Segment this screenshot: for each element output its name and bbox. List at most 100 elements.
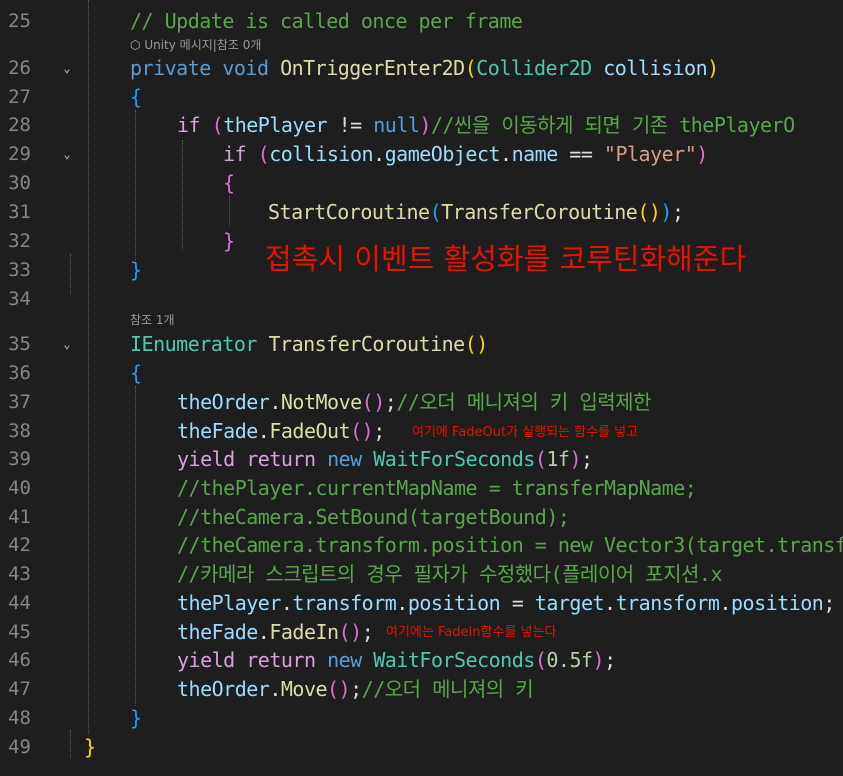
identifier: position [731, 591, 824, 615]
identifier: transform [615, 591, 720, 615]
comment: //오더 메니져의 키 입력제한 [396, 390, 651, 414]
line-number: 30 [8, 172, 31, 194]
method-name: NotMove [280, 390, 362, 414]
keyword: yield [177, 648, 235, 672]
keyword: void [222, 56, 269, 80]
code-line-34[interactable]: 34 [0, 285, 843, 313]
code-line-44[interactable]: 44 thePlayer.transform.position = target… [0, 589, 843, 617]
code-line-39[interactable]: 39 yield return new WaitForSeconds(1f); [0, 445, 843, 473]
type-name: WaitForSeconds [373, 447, 535, 471]
code-line-26[interactable]: 26 ⌄ private void OnTriggerEnter2D(Colli… [0, 54, 843, 82]
code-editor[interactable]: 25 // Update is called once per frame ⬡ … [0, 0, 843, 776]
type-name: Collider2D [476, 56, 592, 80]
number-literal: 0.5f [546, 648, 593, 672]
codelens-references[interactable]: 참조 1개 [130, 312, 175, 328]
code-line-30[interactable]: 30 { [0, 169, 843, 197]
code-line-41[interactable]: 41 //theCamera.SetBound(targetBound); [0, 503, 843, 531]
identifier: collision [269, 142, 374, 166]
keyword: yield [177, 447, 235, 471]
line-number: 38 [8, 420, 31, 442]
code-line-25[interactable]: 25 // Update is called once per frame [0, 7, 843, 35]
identifier: position [407, 591, 501, 615]
string-literal: "Player" [603, 142, 697, 166]
codelens-unity-references[interactable]: ⬡ Unity 메시지|참조 0개 [130, 37, 261, 53]
code-line-49[interactable]: 49 } [0, 733, 843, 761]
comment: //카메라 스크립트의 경우 필자가 수정했다(플레이어 포지션.x [177, 562, 723, 586]
line-number: 26 [8, 57, 31, 79]
number-literal: 1f [546, 447, 570, 471]
method-name: TransferCoroutine [441, 200, 638, 224]
code-line-48[interactable]: 48 } [0, 704, 843, 732]
line-number: 42 [8, 534, 31, 556]
line-number: 40 [8, 477, 31, 499]
line-number: 43 [8, 563, 31, 585]
code-line-42[interactable]: 42 //theCamera.transform.position = new … [0, 531, 843, 559]
method-name: FadeIn [269, 620, 339, 644]
keyword: private [130, 56, 211, 80]
method-name: StartCoroutine [268, 200, 430, 224]
identifier: name [511, 142, 559, 166]
line-number: 45 [8, 621, 31, 643]
code-line-33[interactable]: 33 } [0, 256, 843, 284]
code-line-47[interactable]: 47 theOrder.Move();//오더 메니져의 키 [0, 675, 843, 703]
comment: //theCamera.SetBound(targetBound); [177, 505, 570, 529]
line-number: 32 [8, 230, 31, 252]
keyword: if [223, 142, 247, 166]
identifier: gameObject [384, 142, 501, 166]
unity-icon: ⬡ [130, 38, 141, 52]
line-number: 48 [8, 707, 31, 729]
comment: // Update is called once per frame [130, 9, 523, 33]
code-line-27[interactable]: 27 { [0, 83, 843, 111]
chevron-down-icon[interactable]: ⌄ [60, 147, 74, 161]
code-line-46[interactable]: 46 yield return new WaitForSeconds(0.5f)… [0, 646, 843, 674]
method-name: FadeOut [269, 419, 351, 443]
chevron-down-icon[interactable]: ⌄ [60, 61, 74, 75]
identifier: transform [292, 591, 397, 615]
line-number: 25 [8, 10, 31, 32]
code-line-35[interactable]: 35 ⌄ IEnumerator TransferCoroutine() [0, 330, 843, 358]
line-number: 46 [8, 649, 31, 671]
line-number: 36 [8, 362, 31, 384]
keyword: new [327, 447, 362, 471]
code-line-37[interactable]: 37 theOrder.NotMove();//오더 메니져의 키 입력제한 [0, 388, 843, 416]
code-line-40[interactable]: 40 //thePlayer.currentMapName = transfer… [0, 474, 843, 502]
keyword: if [177, 113, 201, 137]
line-number: 44 [8, 592, 31, 614]
line-number: 33 [8, 259, 31, 281]
line-number: 35 [8, 333, 31, 355]
line-number: 34 [8, 288, 31, 310]
line-number: 47 [8, 678, 31, 700]
code-line-36[interactable]: 36 { [0, 359, 843, 387]
line-number: 41 [8, 506, 31, 528]
comment: //오더 메니져의 키 [361, 677, 534, 701]
identifier: theOrder [177, 677, 270, 701]
comment: //씬을 이동하게 되면 기존 thePlayerO [430, 113, 795, 137]
operator: == [557, 142, 604, 166]
line-number: 39 [8, 448, 31, 470]
method-name: Move [280, 677, 328, 701]
operator: = [500, 591, 535, 615]
identifier: theOrder [177, 390, 270, 414]
codelens-text[interactable]: Unity 메시지|참조 0개 [144, 38, 261, 52]
identifier: thePlayer [177, 591, 281, 615]
line-number: 28 [8, 114, 31, 136]
keyword: null [373, 113, 420, 137]
codelens-text[interactable]: 참조 1개 [130, 313, 175, 327]
identifier: theFade [177, 419, 258, 443]
identifier: target [534, 591, 605, 615]
line-number: 27 [8, 86, 31, 108]
comment: //thePlayer.currentMapName = transferMap… [177, 476, 697, 500]
type-name: IEnumerator [130, 332, 257, 356]
line-number: 29 [8, 143, 31, 165]
annotation-note: 여기에 FadeOut가 실행되는 함수를 넣고 [412, 425, 639, 440]
identifier: thePlayer [223, 113, 328, 137]
method-name: TransferCoroutine [268, 332, 466, 356]
code-line-31[interactable]: 31 StartCoroutine(TransferCoroutine()); [0, 198, 843, 226]
keyword: return [246, 447, 316, 471]
identifier: theFade [177, 620, 258, 644]
chevron-down-icon[interactable]: ⌄ [60, 337, 74, 351]
code-line-43[interactable]: 43 //카메라 스크립트의 경우 필자가 수정했다(플레이어 포지션.x [0, 560, 843, 588]
code-line-29[interactable]: 29 ⌄ if (collision.gameObject.name == "P… [0, 140, 843, 168]
code-line-28[interactable]: 28 if (thePlayer != null)//씬을 이동하게 되면 기존… [0, 111, 843, 139]
parameter: collision [603, 56, 708, 80]
